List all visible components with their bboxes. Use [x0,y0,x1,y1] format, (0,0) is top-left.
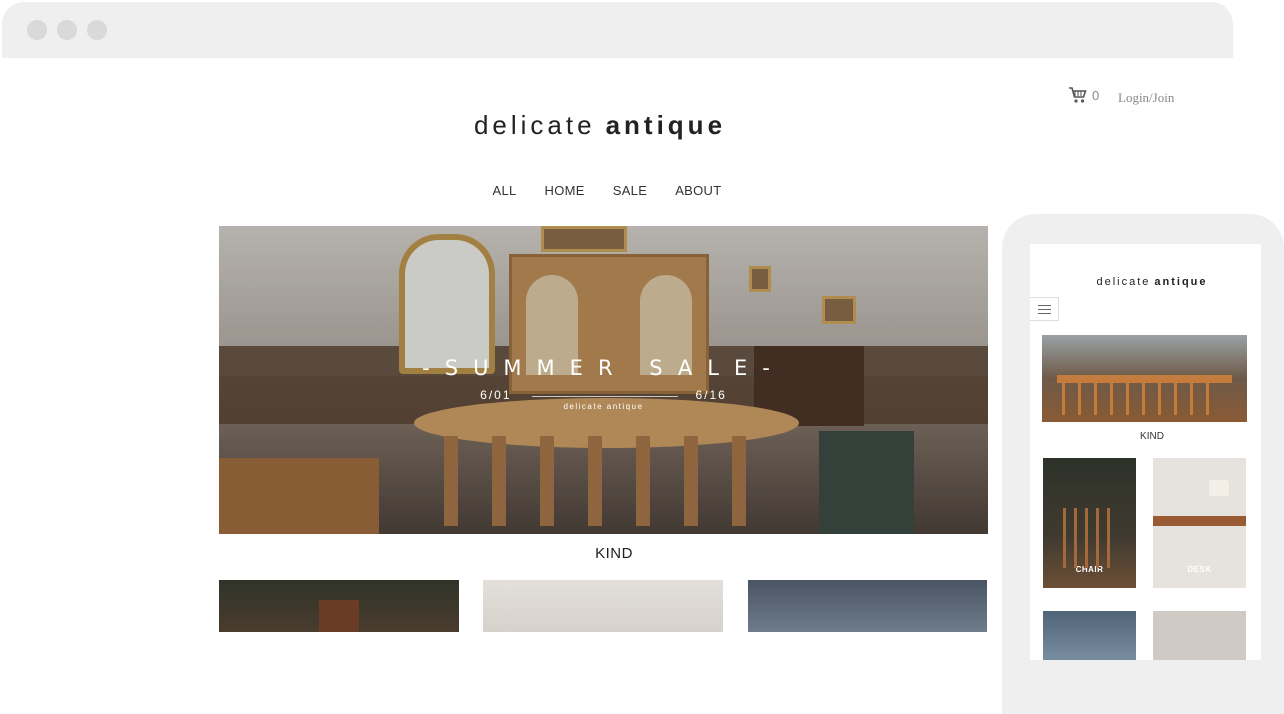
window-close-dot[interactable] [27,20,47,40]
mobile-card-4[interactable] [1153,611,1246,660]
sale-end-date: 6/16 [695,388,727,402]
nav-item-all[interactable]: ALL [493,183,517,198]
logo-text-bold: antique [605,110,727,140]
hamburger-menu-icon[interactable] [1030,297,1059,321]
nav-item-home[interactable]: HOME [545,183,585,198]
mobile-hero-image[interactable] [1042,335,1247,422]
logo-text-light: delicate [473,110,596,140]
sale-brand: delicate antique [563,402,644,411]
category-thumb-1[interactable] [219,580,459,632]
mobile-card-3[interactable] [1043,611,1136,660]
category-thumb-3[interactable] [748,580,987,632]
cart-icon [1069,87,1087,103]
mobile-logo[interactable]: delicate antique [1030,276,1274,288]
cart-count: 0 [1092,87,1100,103]
mobile-card-label: CHAIR [1075,565,1104,574]
sale-start-date: 6/01 [480,388,512,402]
sale-divider [532,396,678,397]
window-minimize-dot[interactable] [57,20,77,40]
mobile-card-label: DESK [1187,565,1212,574]
category-thumb-2[interactable] [483,580,723,632]
mobile-logo-bold: antique [1154,276,1208,288]
main-nav: ALL HOME SALE ABOUT [0,183,1214,198]
nav-item-about[interactable]: ABOUT [675,183,721,198]
site-logo[interactable]: delicate antique [0,110,1200,141]
mobile-screen [1030,244,1261,660]
login-join-link[interactable]: Login/Join [1118,90,1174,106]
hero-banner[interactable]: -SUMMER SALE- 6/01 6/16 delicate antique [219,226,988,534]
section-title-kind: KIND [595,545,633,562]
mobile-card-chair[interactable]: CHAIR [1043,458,1136,588]
window-maximize-dot[interactable] [87,20,107,40]
hero-overlay [219,226,988,534]
sale-title: -SUMMER SALE- [422,356,785,380]
cart-link[interactable]: 0 [1068,86,1099,104]
mobile-section-title-kind: KIND [1140,431,1164,442]
mobile-logo-light: delicate [1096,276,1151,288]
sale-dates: 6/01 6/16 [219,388,988,402]
mobile-card-desk[interactable]: DESK [1153,458,1246,588]
nav-item-sale[interactable]: SALE [613,183,647,198]
browser-title-bar [2,2,1233,58]
